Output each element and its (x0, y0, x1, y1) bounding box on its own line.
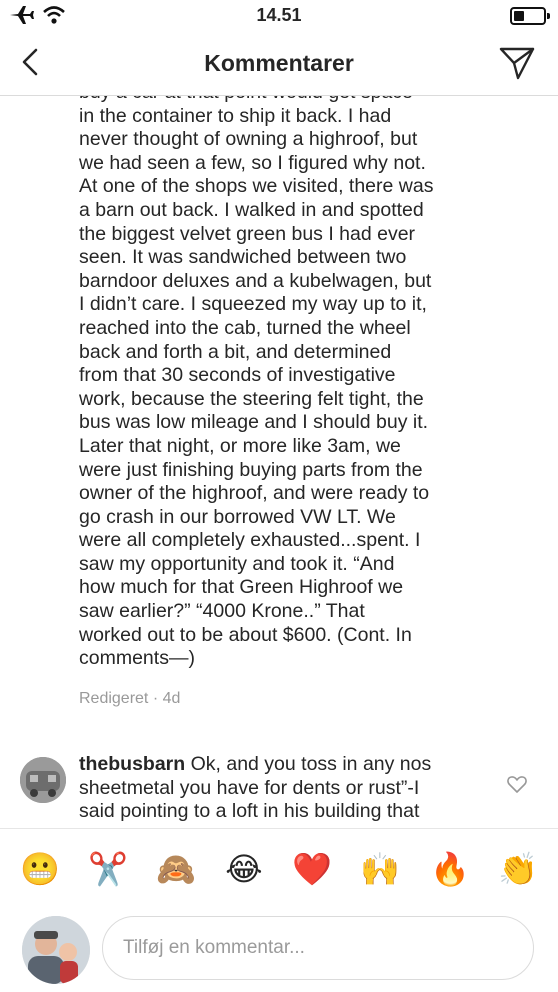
avatar-image (20, 757, 66, 803)
post-caption: buy a car at that point would get space … (79, 96, 489, 671)
comment-text: thebusbarn Ok, and you toss in any nos s… (79, 753, 479, 824)
raising-hands-emoji[interactable]: 🙌 (360, 849, 400, 889)
caption-line: were just finishing buying parts from th… (79, 458, 423, 481)
caption-line: Later that night, or more like 3am, we (79, 434, 401, 457)
comment-body-line: said pointing to a loft in his building … (79, 800, 420, 823)
caption-line: how much for that Green Highroof we (79, 576, 404, 599)
commenter-avatar[interactable] (20, 757, 66, 803)
avatar-image (22, 916, 90, 984)
share-button[interactable] (498, 44, 536, 82)
status-bar: 14.51 (0, 0, 558, 32)
caption-line: barndoor deluxes and a kubelwagen, but (79, 269, 432, 292)
heart-icon (507, 776, 527, 793)
caption-line: saw earlier?” “4000 Krone..” That (79, 600, 365, 623)
clapping-hands-emoji[interactable]: 👏 (498, 849, 538, 889)
comment-input-wrapper (102, 916, 534, 980)
grimacing-face-emoji[interactable]: 😬 (20, 849, 60, 889)
caption-line: bus was low mileage and I should buy it. (79, 411, 429, 434)
comment-item: thebusbarn Ok, and you toss in any nos s… (0, 733, 558, 828)
tears-of-joy-emoji[interactable]: 😂 (224, 849, 264, 889)
comment-input[interactable] (123, 917, 513, 979)
caption-line: go crash in our borrowed VW LT. We (79, 505, 396, 528)
comment-body-line: sheetmetal you have for dents or rust”-I (79, 776, 420, 799)
caption-line: comments—) (79, 647, 195, 670)
caption-line: we had seen a few, so I figured why not. (79, 151, 426, 174)
comments-header: Kommentarer (0, 32, 558, 96)
caption-line: saw my opportunity and took it. “And (79, 552, 395, 575)
caption-line: I didn’t care. I squeezed my way up to i… (79, 293, 427, 316)
see-no-evil-monkey-emoji[interactable]: 🙈 (156, 849, 196, 889)
caption-line: back and forth a bit, and determined (79, 340, 392, 363)
battery-icon (510, 7, 550, 25)
current-user-avatar (22, 916, 90, 984)
paper-plane-icon (499, 47, 535, 80)
caption-line: work, because the steering felt tight, t… (79, 387, 424, 410)
caption-line: reached into the cab, turned the wheel (79, 316, 411, 339)
caption-line: buy a car at that point would get space (79, 96, 489, 105)
status-time: 14.51 (256, 5, 302, 25)
caption-line: the biggest velvet green bus I had ever (79, 222, 416, 245)
caption-line: owner of the highroof, and were ready to (79, 482, 430, 505)
caption-line: seen. It was sandwiched between two (79, 246, 407, 269)
comments-list[interactable]: buy a car at that point would get space … (0, 96, 558, 828)
red-heart-emoji[interactable]: ❤️ (292, 849, 332, 889)
comment-composer (0, 908, 558, 992)
scissors-emoji[interactable]: ✂️ (88, 849, 128, 889)
fire-emoji[interactable]: 🔥 (430, 849, 470, 889)
caption-line: were all completely exhausted...spent. I (79, 529, 421, 552)
caption-line: never thought of owning a highroof, but (79, 128, 418, 151)
caption-line: a barn out back. I walked in and spotted (79, 198, 424, 221)
caption-line: worked out to be about $600. (Cont. In (79, 623, 412, 646)
caption-edited-meta: Redigeret · 4d (79, 690, 181, 707)
emoji-quick-bar: 😬 ✂️ 🙈 😂 ❤️ 🙌 🔥 👏 (0, 828, 558, 908)
comment-body-line: Ok, and you toss in any nos (185, 753, 432, 775)
caption-line: At one of the shops we visited, there wa… (79, 175, 434, 198)
like-comment-button[interactable] (506, 773, 528, 795)
page-title: Kommentarer (204, 50, 354, 76)
caption-line: in the container to ship it back. I had (79, 104, 392, 127)
comment-username[interactable]: thebusbarn (79, 753, 185, 775)
caption-line: from that 30 seconds of investigative (79, 364, 396, 387)
